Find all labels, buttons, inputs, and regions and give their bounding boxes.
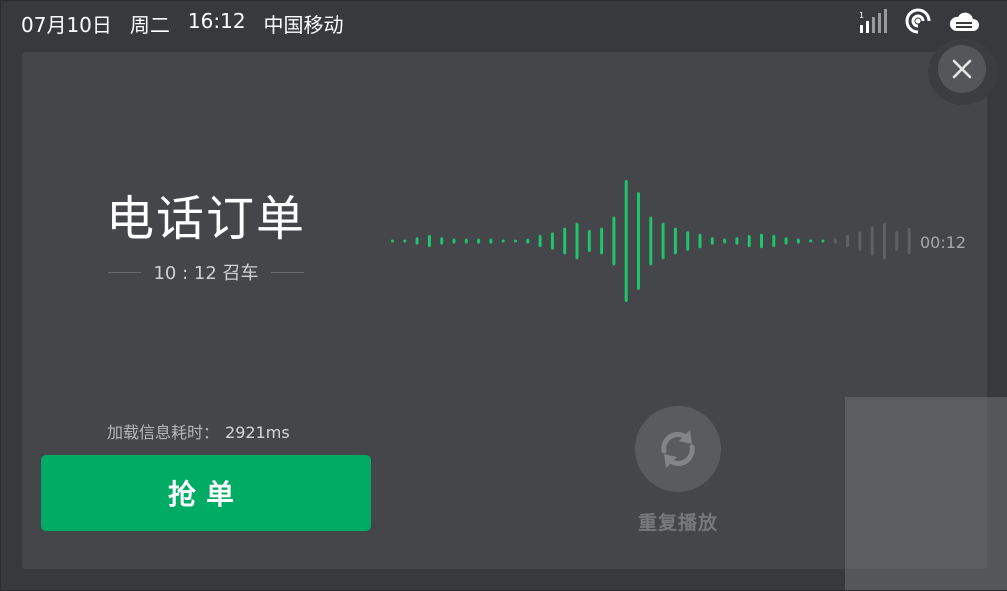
- load-value: 2921ms: [225, 423, 290, 442]
- status-carrier: 中国移动: [263, 13, 344, 37]
- waveform-bar: [624, 180, 628, 302]
- replay-label: 重复播放: [637, 512, 718, 534]
- waveform-bar: [440, 237, 444, 245]
- close-icon: [952, 59, 972, 79]
- waveform-bar: [489, 238, 493, 244]
- load-info: 加载信息耗时： 2921ms: [107, 419, 290, 443]
- waveform-bar: [612, 216, 616, 266]
- waveform-bar: [526, 238, 530, 244]
- divider-right: [270, 271, 305, 273]
- waveform-bar: [784, 237, 788, 245]
- waveform-bar: [870, 226, 874, 256]
- status-time: 16:12: [187, 9, 246, 33]
- waveform-bar: [514, 239, 517, 243]
- waveform-bar: [698, 233, 702, 249]
- waveform-bar: [833, 238, 837, 244]
- waveform-bar: [760, 233, 763, 249]
- waveform-bar: [427, 234, 431, 248]
- waveform-bar: [907, 227, 911, 255]
- status-left: 07月10日 周二 16:12 中国移动: [21, 9, 344, 38]
- waveform-bar: [673, 227, 677, 255]
- waveform-bar: [391, 239, 394, 243]
- waveform-bar: [649, 216, 653, 266]
- grab-order-button[interactable]: 抢单: [41, 455, 371, 531]
- screen: 07月10日 周二 16:12 中国移动 1 电话订单 10: 12 召车 0…: [0, 0, 1007, 591]
- divider-left: [108, 271, 142, 273]
- waveform-bar: [821, 239, 825, 243]
- replay-button[interactable]: 重复播放: [623, 404, 733, 539]
- waveform-bar: [772, 234, 776, 248]
- waveform-bar: [575, 222, 579, 260]
- signal-icon: 1: [859, 9, 887, 33]
- order-subtitle-row: 10 : 12 召车: [108, 259, 305, 285]
- refresh-icon: [661, 430, 695, 468]
- load-label: 加载信息耗时：: [107, 423, 220, 442]
- close-button-wrap: [928, 39, 998, 105]
- waveform-bar: [550, 232, 554, 250]
- waveform-bar: [796, 238, 800, 244]
- waveform-bar: [464, 238, 468, 244]
- order-title: 电话订单: [106, 191, 307, 247]
- waveform-bar: [883, 222, 886, 260]
- replay-circle: [635, 406, 721, 492]
- waveform-bar: [858, 231, 862, 251]
- waveform-bar: [809, 239, 813, 243]
- order-subtitle: 10 : 12 召车: [153, 263, 259, 284]
- status-date: 07月10日: [21, 13, 112, 37]
- status-weekday: 周二: [129, 13, 170, 37]
- waveform-bar: [563, 227, 567, 255]
- waveform-bar: [600, 227, 604, 255]
- status-icons: 1: [859, 8, 979, 34]
- waveform-bar: [735, 237, 739, 245]
- overlay-panel: [845, 397, 1007, 590]
- hotspot-icon: [905, 8, 931, 34]
- waveform-bar: [403, 239, 407, 243]
- waveform-bar: [895, 231, 899, 251]
- svg-text:1: 1: [859, 11, 864, 20]
- waveform-bar: [723, 238, 727, 244]
- status-bar: 07月10日 周二 16:12 中国移动 1: [1, 1, 1007, 41]
- waveform-bar: [686, 231, 690, 251]
- waveform-bar: [587, 230, 591, 252]
- close-button[interactable]: [938, 45, 986, 93]
- waveform-bar: [661, 222, 665, 260]
- waveform-bar: [710, 237, 714, 245]
- waveform-bar: [538, 234, 542, 248]
- waveform-bar: [501, 239, 505, 243]
- waveform-bar: [846, 234, 850, 248]
- waveform-bar: [477, 238, 481, 244]
- waveform-bar: [747, 234, 751, 248]
- waveform-bar: [415, 237, 419, 245]
- waveform-bar: [452, 238, 456, 244]
- waveform-bar: [637, 192, 640, 290]
- cloud-icon: [949, 12, 979, 31]
- audio-duration: 00:12: [920, 233, 967, 252]
- audio-waveform[interactable]: [386, 176, 916, 306]
